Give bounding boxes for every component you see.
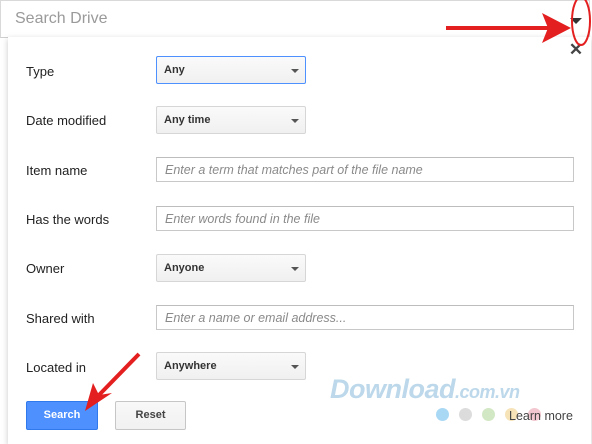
- caret-down-icon: [291, 119, 299, 123]
- caret-down-icon: [291, 69, 299, 73]
- type-label: Type: [26, 64, 55, 79]
- located-in-dropdown[interactable]: Anywhere: [156, 352, 306, 380]
- date-modified-dropdown-value: Any time: [164, 114, 211, 126]
- has-the-words-field[interactable]: Enter words found in the file: [156, 206, 574, 231]
- search-button[interactable]: Search: [26, 401, 98, 430]
- search-options-dropdown-button[interactable]: [565, 1, 587, 39]
- shared-with-placeholder: Enter a name or email address...: [165, 311, 347, 325]
- reset-button[interactable]: Reset: [115, 401, 186, 430]
- located-in-label: Located in: [26, 360, 86, 375]
- caret-down-icon: [291, 365, 299, 369]
- item-name-placeholder: Enter a term that matches part of the fi…: [165, 163, 423, 177]
- located-in-dropdown-value: Anywhere: [164, 360, 217, 372]
- item-name-field[interactable]: Enter a term that matches part of the fi…: [156, 157, 574, 182]
- watermark-suffix: .com.vn: [455, 382, 520, 402]
- search-input[interactable]: Search Drive: [15, 10, 107, 28]
- dot-icon: [482, 408, 495, 421]
- owner-dropdown[interactable]: Anyone: [156, 254, 306, 282]
- has-the-words-placeholder: Enter words found in the file: [165, 212, 320, 226]
- watermark-main: Download: [330, 374, 456, 404]
- shared-with-field[interactable]: Enter a name or email address...: [156, 305, 574, 330]
- watermark-logo: Download.com.vn: [330, 374, 520, 405]
- caret-down-icon: [570, 18, 582, 24]
- item-name-label: Item name: [26, 163, 88, 178]
- shared-with-label: Shared with: [26, 311, 95, 326]
- close-icon[interactable]: ✕: [568, 41, 584, 58]
- owner-label: Owner: [26, 261, 65, 276]
- caret-down-icon: [291, 267, 299, 271]
- date-modified-label: Date modified: [26, 113, 107, 128]
- dot-icon: [436, 408, 449, 421]
- search-bar[interactable]: Search Drive: [0, 0, 590, 38]
- date-modified-dropdown[interactable]: Any time: [156, 106, 306, 134]
- has-the-words-label: Has the words: [26, 212, 110, 227]
- type-dropdown[interactable]: Any: [156, 56, 306, 84]
- dot-icon: [459, 408, 472, 421]
- owner-dropdown-value: Anyone: [164, 262, 205, 274]
- learn-more-link[interactable]: Learn more: [509, 409, 573, 423]
- type-dropdown-value: Any: [164, 64, 185, 76]
